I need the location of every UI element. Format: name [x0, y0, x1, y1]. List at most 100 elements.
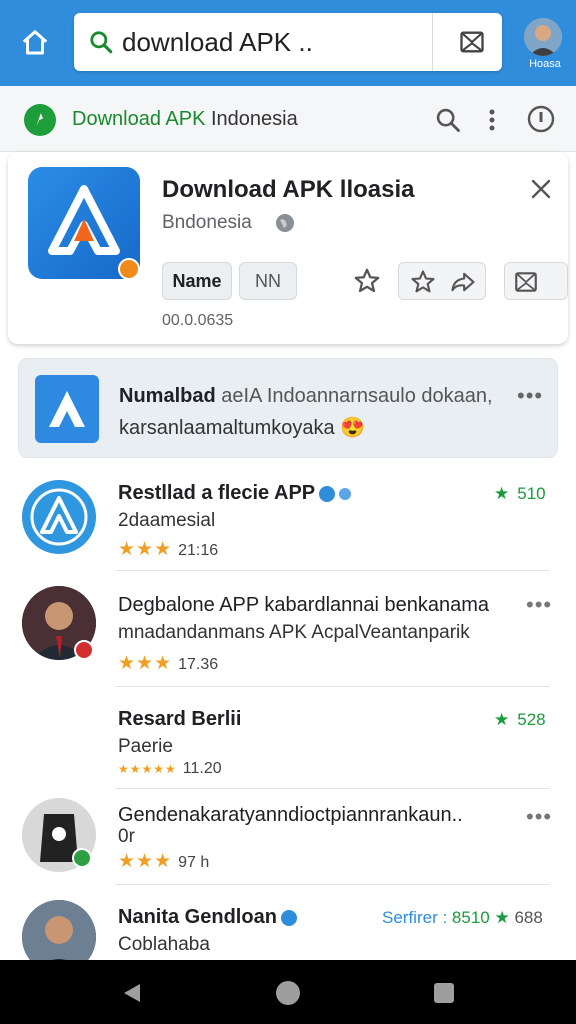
item-title-text: Nanita Gendloan: [118, 906, 277, 928]
rating-text: 17.36: [178, 656, 219, 673]
site-title-region: Indonesia: [205, 108, 298, 130]
promo-headline-rest: aeIA Indoannarnsaulo dokaan,: [215, 385, 493, 407]
site-header: Download APK Indonesia: [0, 86, 576, 152]
name-chip[interactable]: Name: [162, 262, 232, 300]
more-horiz-icon[interactable]: •••: [517, 383, 543, 409]
rating-stars: ★★★★★: [118, 762, 177, 776]
item-rating: ★★★ 21:16: [118, 538, 218, 561]
tab-switcher-icon[interactable]: [458, 28, 486, 56]
star-outline-icon[interactable]: [352, 266, 382, 296]
item-subtitle: Paerie: [118, 736, 173, 757]
item-score: Serfirer : 8510 ★ 688: [382, 908, 543, 928]
score-label: Serfirer :: [382, 908, 448, 927]
item-subtitle: mnadandanmans APK AcpalVeantanparik: [118, 622, 470, 643]
promo-description: karsanlaamaltumkoyaka 😍: [119, 417, 366, 439]
rating-text: 97 h: [178, 854, 210, 871]
share-arrow-icon[interactable]: [449, 268, 477, 296]
verified-icon: [339, 487, 352, 500]
score-text: 510: [517, 484, 546, 503]
home-circle-icon[interactable]: [276, 981, 300, 1005]
apk-logo-icon: [49, 391, 85, 427]
item-subtitle: Coblahaba: [118, 934, 210, 955]
person-icon: [524, 18, 562, 56]
status-badge: [74, 640, 94, 660]
promo-app-icon: [35, 375, 99, 443]
app-title: Download APK lloasia: [162, 176, 415, 203]
item-rating: ★★★ 17.36: [118, 652, 218, 675]
site-title[interactable]: Download APK Indonesia: [72, 108, 298, 131]
home-button[interactable]: [14, 22, 56, 64]
more-vert-icon[interactable]: [482, 106, 502, 134]
home-icon: [22, 30, 48, 55]
score-extra: 688: [514, 908, 543, 927]
address-bar[interactable]: download APK ..: [74, 13, 502, 71]
promo-headline-bold: Numalbad: [119, 385, 216, 407]
person-icon: [22, 900, 96, 960]
update-badge: [118, 258, 140, 280]
address-text[interactable]: download APK ..: [122, 27, 313, 58]
secondary-chip[interactable]: NN: [239, 262, 297, 300]
image-button[interactable]: [504, 262, 568, 300]
more-horiz-icon[interactable]: •••: [526, 804, 552, 830]
more-horiz-icon[interactable]: •••: [526, 592, 552, 618]
favorite-share-group[interactable]: [398, 262, 486, 300]
verified-icon: [280, 909, 297, 926]
item-title: Degbalone APP kabardlannai benkanama: [118, 594, 490, 616]
app-avatar: [22, 480, 96, 554]
list-item[interactable]: Gendenakaratyanndioctpiannrankaun.. 0r ★…: [0, 794, 576, 884]
list-item[interactable]: Degbalone APP kabardlannai benkanama mna…: [0, 580, 576, 686]
divider: [116, 570, 550, 571]
item-title: Gendenakaratyanndioctpiannrankaun..: [118, 804, 463, 826]
promo-banner[interactable]: Numalbad aeIA Indoannarnsaulo dokaan, ka…: [18, 358, 558, 458]
browser-toolbar: download APK .. Hoasa: [0, 0, 576, 86]
divider: [116, 686, 550, 687]
site-logo[interactable]: [24, 104, 56, 136]
recents-icon[interactable]: [434, 983, 454, 1003]
divider: [116, 884, 550, 885]
system-nav-bar: [0, 960, 576, 1024]
rating-stars: ★★★: [118, 851, 173, 872]
shield-icon[interactable]: [526, 104, 556, 134]
item-subtitle: 0r: [118, 826, 135, 847]
divider: [432, 13, 433, 71]
rating-text: 11.20: [182, 760, 222, 777]
profile-avatar[interactable]: [524, 18, 562, 56]
rating-stars: ★★★: [118, 653, 173, 674]
online-badge: [72, 848, 92, 868]
item-title: Restllad a flecie APP: [118, 482, 352, 505]
image-icon: [515, 272, 537, 292]
green-star-icon: ★: [494, 484, 510, 503]
item-title: Resard Berlii: [118, 708, 242, 730]
apk-logo-icon: [30, 488, 88, 546]
item-rating: ★★★★★ 11.20: [118, 760, 222, 778]
score-text: 528: [517, 710, 546, 729]
list-item[interactable]: Nanita Gendloan Coblahaba Serfirer : 851…: [0, 890, 576, 960]
back-icon[interactable]: [122, 982, 142, 1004]
app-card: Download APK lloasia Bndonesia Name NN 0…: [8, 152, 568, 344]
score-text: 8510: [451, 908, 490, 927]
verified-icon: [319, 485, 336, 502]
item-rating: ★★★ 97 h: [118, 850, 209, 873]
profile-name: Hoasa: [529, 58, 561, 70]
list-item[interactable]: Restllad a flecie APP 2daamesial ★★★ 21:1…: [0, 470, 576, 570]
rating-stars: ★★★: [118, 539, 173, 560]
leaf-icon: [36, 113, 43, 127]
item-title: Nanita Gendloan: [118, 906, 297, 929]
item-subtitle: 2daamesial: [118, 510, 216, 531]
divider: [116, 788, 550, 789]
app-version: 00.0.0635: [162, 312, 234, 329]
site-title-brand: Download APK: [72, 108, 206, 130]
green-star-icon: ★: [494, 710, 510, 729]
app-region: Bndonesia: [162, 212, 252, 233]
promo-headline: Numalbad aeIA Indoannarnsaulo dokaan,: [119, 385, 515, 408]
search-icon[interactable]: [434, 106, 462, 134]
item-score: ★ 510: [494, 484, 546, 504]
item-title-text: Restllad a flecie APP: [118, 482, 316, 504]
item-score: ★ 528: [494, 710, 546, 730]
list-item[interactable]: Resard Berlii Paerie ★★★★★ 11.20 ★ 528: [0, 696, 576, 792]
rating-text: 21:16: [178, 542, 219, 559]
star-outline-icon[interactable]: [409, 268, 437, 296]
green-star-icon: ★: [494, 908, 510, 927]
user-avatar: [22, 900, 96, 960]
close-icon[interactable]: [530, 178, 552, 200]
